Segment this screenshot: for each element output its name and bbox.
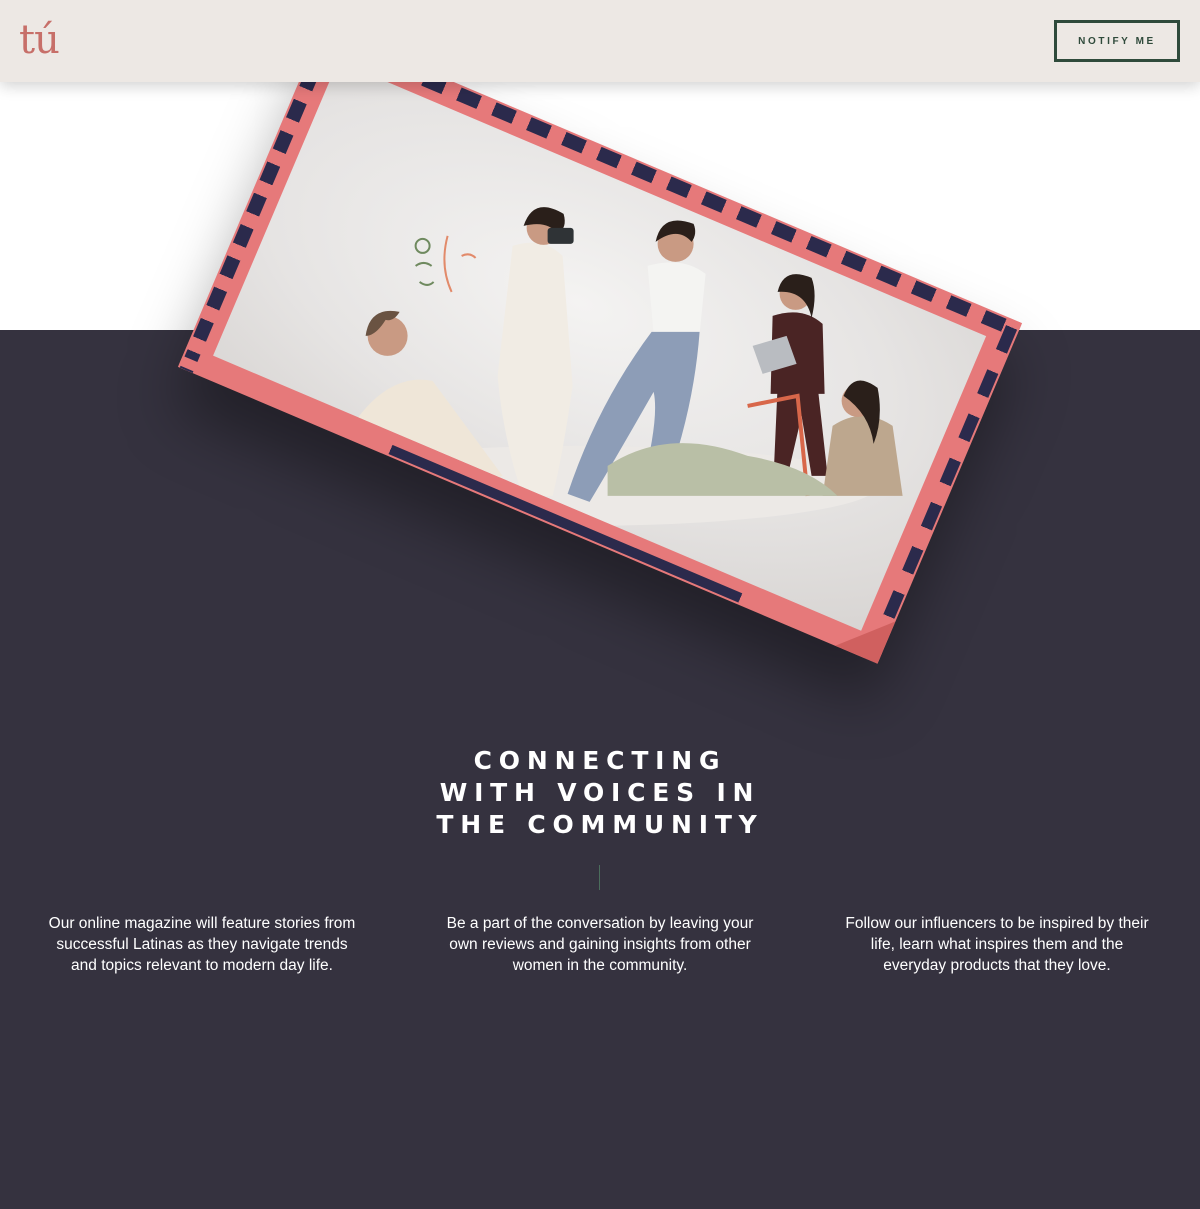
- feature-influencers-text: Follow our influencers to be inspired by…: [845, 915, 1149, 974]
- headline-line-3: THE COMMUNITY: [436, 810, 764, 839]
- brand-logo[interactable]: tú: [19, 18, 60, 62]
- feature-conversation-text: Be a part of the conversation by leaving…: [446, 915, 754, 974]
- notify-me-button[interactable]: NOTIFY ME: [1054, 20, 1180, 62]
- headline-line-2: WITH VOICES IN: [439, 778, 761, 807]
- site-header: tú NOTIFY ME: [0, 0, 1200, 82]
- section-headline: CONNECTING WITH VOICES IN THE COMMUNITY: [0, 745, 1200, 841]
- headline-line-1: CONNECTING: [473, 746, 727, 775]
- section-divider: [599, 865, 600, 890]
- feature-magazine-text: Our online magazine will feature stories…: [48, 915, 356, 974]
